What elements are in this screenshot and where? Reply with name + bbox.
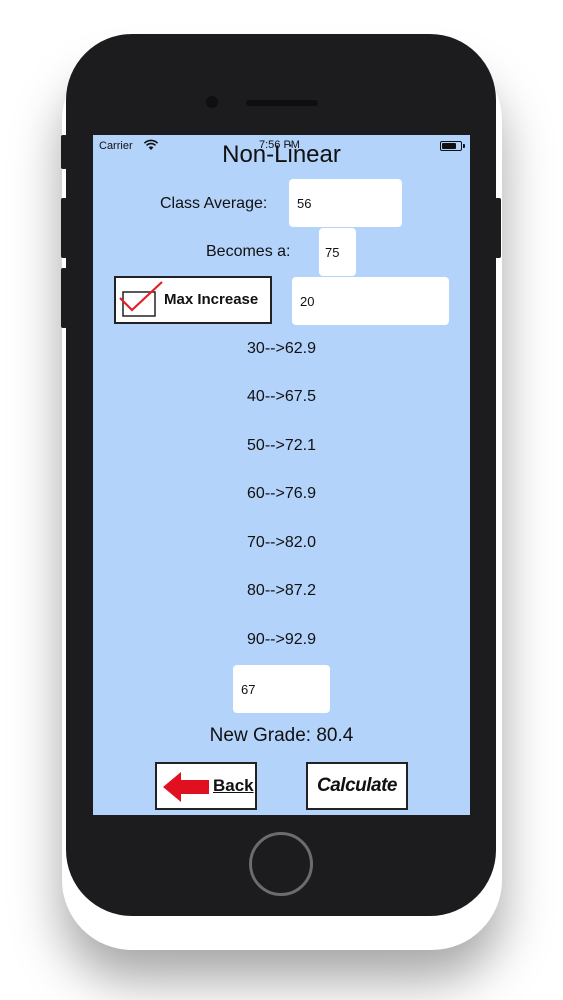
new-grade-result: New Grade: 80.4 — [209, 725, 354, 746]
back-arrow-icon — [163, 772, 209, 802]
front-camera — [206, 96, 218, 108]
checkbox-checked-icon — [119, 281, 163, 317]
volume-down-button — [61, 268, 67, 328]
mapping-row: 70-->82.0 — [247, 534, 316, 551]
earpiece-speaker — [246, 100, 318, 106]
mapping-row: 60-->76.9 — [247, 485, 316, 502]
becomes-label: Becomes a: — [206, 243, 291, 260]
calculate-button[interactable]: Calculate — [306, 762, 408, 810]
page-title: Non-Linear — [222, 141, 341, 168]
mapping-row: 50-->72.1 — [247, 437, 316, 454]
grade-input[interactable]: 67 — [233, 665, 330, 713]
mapping-row: 80-->87.2 — [247, 582, 316, 599]
max-increase-input[interactable]: 20 — [292, 277, 449, 325]
volume-up-button — [61, 198, 67, 258]
max-increase-label: Max Increase — [164, 291, 259, 308]
mapping-row: 30-->62.9 — [247, 340, 316, 357]
back-button[interactable]: Back — [155, 762, 257, 810]
app-screen: Carrier 7:56 PM Non-Linear Class Average… — [93, 135, 470, 815]
mapping-row: 90-->92.9 — [247, 631, 316, 648]
home-button[interactable] — [249, 832, 313, 896]
back-label: Back — [213, 776, 254, 795]
max-increase-toggle[interactable]: Max Increase — [114, 276, 272, 324]
class-average-label: Class Average: — [160, 195, 268, 212]
mapping-row: 40-->67.5 — [247, 388, 316, 405]
mute-switch — [61, 135, 67, 169]
becomes-input[interactable]: 75 — [319, 228, 356, 276]
power-button — [495, 198, 501, 258]
class-average-input[interactable]: 56 — [289, 179, 402, 227]
